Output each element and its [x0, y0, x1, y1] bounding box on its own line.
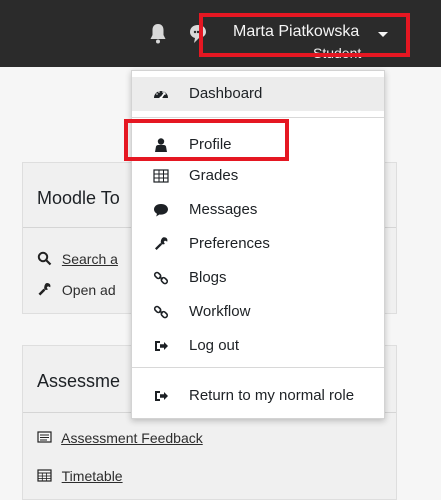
- menu-item-workflow-label: Workflow: [189, 303, 251, 320]
- menu-item-dashboard[interactable]: Dashboard: [132, 77, 384, 111]
- menu-item-profile-label: Profile: [189, 136, 232, 153]
- menu-divider: [132, 367, 384, 368]
- table-icon: [153, 168, 169, 184]
- search-icon: [37, 251, 52, 266]
- sign-out-icon: [153, 388, 169, 404]
- open-tool-link[interactable]: Open ad: [37, 282, 116, 298]
- moodle-tools-title: Moodle To: [37, 188, 120, 208]
- menu-item-grades-label: Grades: [189, 167, 239, 184]
- user-role: Student: [313, 45, 362, 61]
- menu-item-logout-label: Log out: [189, 337, 240, 354]
- search-tool-label[interactable]: Search a: [62, 251, 118, 267]
- menu-divider: [132, 117, 384, 118]
- assessment-feedback-link[interactable]: Assessment Feedback: [37, 430, 203, 446]
- assessment-title: Assessme: [37, 371, 121, 391]
- chevron-down-icon: [378, 32, 388, 37]
- menu-item-return-role-label: Return to my normal role: [189, 387, 355, 404]
- link-icon: [153, 270, 169, 286]
- link-icon: [153, 304, 169, 320]
- wrench-icon: [37, 282, 52, 297]
- user-menu-toggle[interactable]: Marta Piatkowska Student: [233, 23, 388, 61]
- menu-item-workflow[interactable]: Workflow: [132, 295, 384, 329]
- top-navbar: Marta Piatkowska Student: [0, 0, 441, 67]
- timetable-link[interactable]: Timetable: [37, 468, 123, 484]
- open-tool-label[interactable]: Open ad: [62, 282, 116, 298]
- feedback-icon: [37, 430, 52, 445]
- menu-item-dashboard-label: Dashboard: [189, 85, 263, 102]
- bell-icon[interactable]: [149, 22, 167, 46]
- menu-item-logout[interactable]: Log out: [132, 329, 384, 363]
- user-dropdown-menu: Dashboard Profile Grades Messages Prefer…: [131, 70, 385, 419]
- chat-icon[interactable]: [189, 23, 207, 45]
- assessment-feedback-label[interactable]: Assessment Feedback: [61, 430, 203, 446]
- menu-item-grades[interactable]: Grades: [132, 159, 384, 193]
- menu-item-blogs-label: Blogs: [189, 269, 227, 286]
- menu-item-blogs[interactable]: Blogs: [132, 261, 384, 295]
- comment-icon: [153, 202, 169, 218]
- menu-item-return-role[interactable]: Return to my normal role: [132, 379, 384, 413]
- user-icon: [153, 137, 169, 153]
- timetable-label[interactable]: Timetable: [62, 468, 123, 484]
- menu-item-preferences[interactable]: Preferences: [132, 227, 384, 261]
- menu-item-preferences-label: Preferences: [189, 235, 270, 252]
- dashboard-icon: [153, 86, 169, 102]
- calendar-icon: [37, 468, 52, 483]
- user-name: Marta Piatkowska: [233, 23, 360, 40]
- wrench-icon: [153, 236, 169, 252]
- menu-item-profile[interactable]: Profile: [132, 128, 384, 162]
- search-tool-link[interactable]: Search a: [37, 251, 118, 267]
- menu-item-messages[interactable]: Messages: [132, 193, 384, 227]
- sign-out-icon: [153, 338, 169, 354]
- menu-item-messages-label: Messages: [189, 201, 258, 218]
